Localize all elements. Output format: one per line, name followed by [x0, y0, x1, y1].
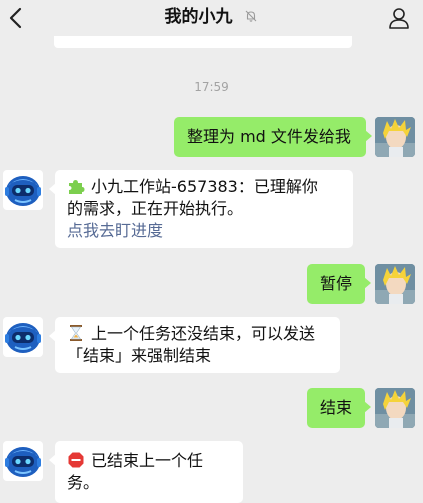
- incoming-message-bubble[interactable]: 小九工作站-657383：已理解你 的需求，正在开始执行。 点我去盯进度: [49, 170, 353, 248]
- message-text: 小九工作站-657383：已理解你: [91, 177, 318, 196]
- previous-message-bubble[interactable]: [54, 34, 352, 48]
- chat-header: 我的小九: [0, 0, 423, 36]
- outgoing-message-bubble[interactable]: 结束: [307, 388, 371, 428]
- bot-avatar[interactable]: [3, 170, 43, 210]
- message-text: 整理为 md 文件发给我: [187, 127, 351, 146]
- message-text-line2: 「结束」来强制结束: [67, 346, 212, 365]
- incoming-message-bubble[interactable]: 上一个任务还没结束，可以发送 「结束」来强制结束: [49, 317, 340, 373]
- message-line: 小九工作站-657383：已理解你: [67, 176, 341, 198]
- message-line: 上一个任务还没结束，可以发送: [67, 323, 328, 345]
- person-icon[interactable]: [387, 6, 411, 30]
- bot-avatar[interactable]: [3, 441, 43, 481]
- outgoing-message-bubble[interactable]: 整理为 md 文件发给我: [174, 117, 372, 157]
- incoming-message-bubble[interactable]: 已结束上一个任务。: [49, 441, 243, 503]
- message-text: 上一个任务还没结束，可以发送: [91, 324, 316, 343]
- bot-avatar[interactable]: [3, 317, 43, 357]
- chat-title-wrap: 我的小九: [0, 6, 423, 28]
- user-avatar[interactable]: [375, 388, 415, 428]
- user-avatar[interactable]: [375, 264, 415, 304]
- message-text: 已结束上一个任务。: [67, 451, 204, 492]
- message-text: 暂停: [320, 274, 353, 293]
- message-text: 结束: [320, 398, 353, 417]
- stop-sign-icon: [68, 452, 84, 468]
- bell-off-icon: [246, 10, 257, 22]
- hourglass-icon: [70, 325, 82, 341]
- timestamp: 17:59: [194, 80, 229, 94]
- puzzle-piece-icon: [69, 180, 85, 194]
- user-avatar[interactable]: [375, 117, 415, 157]
- outgoing-message-bubble[interactable]: 暂停: [307, 264, 371, 304]
- chat-title: 我的小九: [164, 7, 233, 27]
- track-progress-link[interactable]: 点我去盯进度: [67, 220, 341, 242]
- message-text-line2: 的需求，正在开始执行。: [67, 199, 244, 218]
